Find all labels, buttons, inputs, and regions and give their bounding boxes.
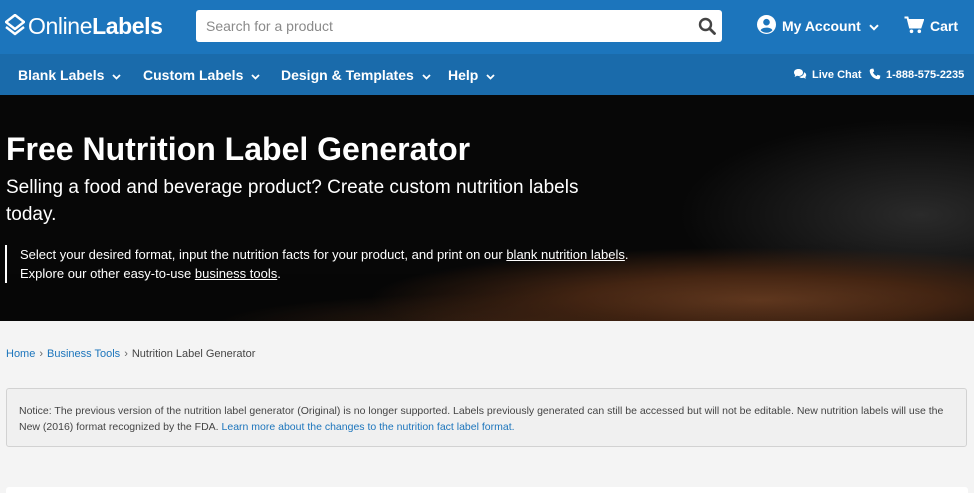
live-chat-link[interactable]: Live Chat — [793, 66, 862, 84]
breadcrumb-separator: › — [124, 348, 128, 360]
page-title: Free Nutrition Label Generator — [6, 131, 471, 167]
phone-link[interactable]: 1-888-575-2235 — [869, 66, 964, 84]
nav-item-blank-labels[interactable]: Blank Labels — [18, 66, 122, 84]
phone-icon — [869, 68, 881, 83]
hero-note: Select your desired format, input the nu… — [5, 245, 645, 283]
nav-item-label: Custom Labels — [143, 67, 244, 83]
main-nav: Blank Labels Custom Labels Design & Temp… — [0, 54, 974, 95]
notice-box: Notice: The previous version of the nutr… — [6, 388, 967, 447]
hero-note-text: Explore our other easy-to-use — [20, 266, 195, 281]
breadcrumb-home[interactable]: Home — [6, 348, 35, 360]
logo-mark-icon — [5, 14, 25, 38]
user-icon — [757, 15, 776, 37]
search-box — [196, 10, 722, 42]
breadcrumb: Home › Business Tools › Nutrition Label … — [6, 348, 255, 360]
nav-item-custom-labels[interactable]: Custom Labels — [143, 66, 260, 84]
breadcrumb-business-tools[interactable]: Business Tools — [47, 348, 120, 360]
hero-note-text: Select your desired format, input the nu… — [20, 247, 507, 262]
chevron-down-icon — [869, 18, 879, 34]
chevron-down-icon — [422, 67, 431, 83]
notice-learn-more-link[interactable]: Learn more about the changes to the nutr… — [222, 421, 515, 433]
onlinelabels-logo[interactable]: OnlineLabels — [5, 11, 163, 41]
breadcrumb-current: Nutrition Label Generator — [131, 348, 256, 360]
top-header: OnlineLabels My Account — [0, 0, 974, 54]
cart-label: Cart — [930, 18, 959, 34]
phone-number: 1-888-575-2235 — [886, 69, 965, 81]
live-chat-label: Live Chat — [812, 69, 862, 81]
hero-note-text: . — [277, 266, 281, 281]
my-account-menu[interactable]: My Account — [757, 15, 879, 37]
breadcrumb-separator: › — [39, 348, 44, 360]
search-input[interactable] — [196, 10, 686, 42]
hero-subtitle: Selling a food and beverage product? Cre… — [6, 177, 579, 225]
nav-item-label: Design & Templates — [281, 67, 414, 83]
cart-icon — [904, 16, 925, 37]
content-card — [6, 487, 968, 493]
chevron-down-icon — [112, 67, 122, 83]
nav-item-design-templates[interactable]: Design & Templates — [281, 66, 431, 84]
search-icon[interactable] — [696, 16, 718, 36]
nav-item-label: Blank Labels — [18, 67, 105, 83]
nav-item-help[interactable]: Help — [448, 66, 495, 84]
nav-item-label: Help — [448, 67, 479, 83]
blank-nutrition-labels-link[interactable]: blank nutrition labels — [506, 247, 625, 262]
my-account-label: My Account — [782, 18, 861, 34]
business-tools-link[interactable]: business tools — [195, 266, 277, 281]
hero-banner: Free Nutrition Label Generator Selling a… — [0, 95, 974, 321]
logo-text: OnlineLabels — [28, 12, 163, 39]
chat-bubble-icon — [793, 68, 807, 83]
hero-note-text: . — [624, 247, 629, 262]
chevron-down-icon — [251, 67, 260, 83]
cart-link[interactable]: Cart — [904, 15, 958, 37]
chevron-down-icon — [486, 67, 495, 83]
